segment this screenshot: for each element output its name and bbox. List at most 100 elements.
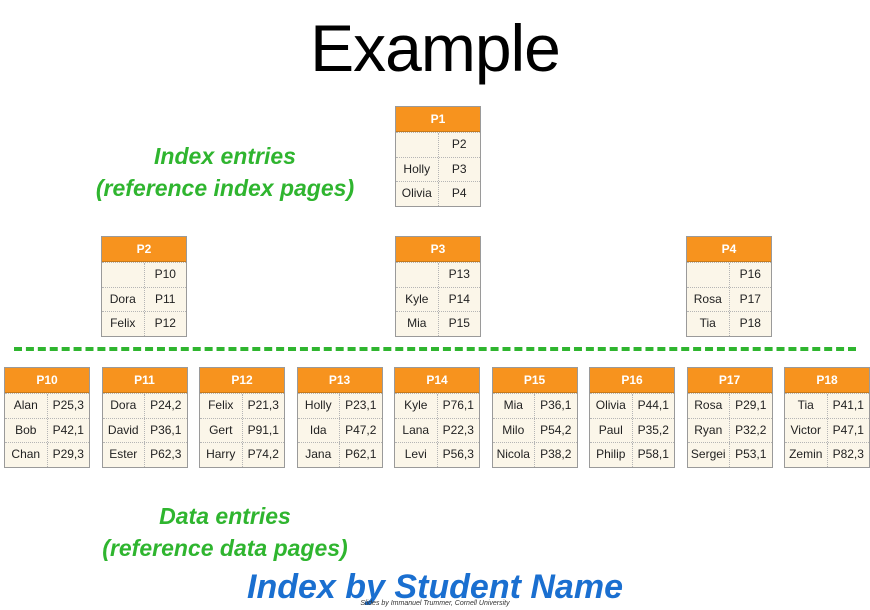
entry-key: Paul (590, 418, 633, 442)
entry-pointer: P35,2 (637, 422, 669, 437)
entry-pointer: P10 (154, 267, 176, 281)
entry-pointer: P76,1 (442, 398, 474, 412)
entry-pointer: P4 (451, 186, 467, 200)
page-entry-row: Gert P91,1 (200, 417, 284, 442)
entry-key: Nicola (493, 443, 535, 467)
entry-pointer: P91,1 (247, 422, 279, 437)
root-page-p1: P1 P2 Holly P3 Olivia P4 (395, 106, 481, 207)
index-page-p3: P3 P13 Kyle P14 Mia P15 (395, 236, 481, 337)
entry-pointer: P74,2 (247, 447, 279, 461)
entry-key: Mia (493, 394, 535, 418)
entry-key: Tia (785, 394, 828, 418)
data-page-p12: P12 Felix P21,3 Gert P91,1 Harry P74,2 (199, 367, 285, 468)
entry-pointer: P29,3 (52, 447, 84, 461)
data-page-p14: P14 Kyle P76,1 Lana P22,3 Levi P56,3 (394, 367, 480, 468)
entry-pointer: P2 (451, 137, 467, 151)
data-entries-label: Data entries (reference data pages) (70, 500, 380, 564)
entry-key: Rosa (687, 287, 730, 311)
entry-pointer: P82,3 (832, 447, 864, 461)
entry-key: Dora (102, 287, 145, 311)
entry-pointer: P16 (739, 267, 761, 281)
index-entries-line2: (reference index pages) (95, 175, 355, 201)
page-entry-row: Nicola P38,2 (492, 442, 577, 467)
index-entries-line1: Index entries (154, 143, 296, 169)
entry-pointer: P47,2 (345, 422, 377, 437)
page-entry-row: Kyle P14 (396, 286, 480, 311)
entry-key: Ryan (688, 418, 730, 442)
page-entry-row: Ida P47,2 (297, 417, 382, 442)
entry-key: Philip (590, 443, 633, 467)
level-divider (14, 347, 856, 351)
data-entries-line1: Data entries (159, 503, 291, 529)
page-entry-row: Victor P47,1 (785, 417, 869, 442)
entry-pointer: P36,1 (150, 422, 182, 437)
page-header: P2 (102, 237, 186, 262)
entry-key: Lana (395, 418, 438, 442)
page-entry-row: Tia P18 (687, 311, 771, 336)
entry-pointer: P41,1 (832, 398, 864, 412)
data-page-p18: P18 Tia P41,1 Victor P47,1 Zemin P82,3 (784, 367, 870, 468)
entry-key: Tia (687, 312, 730, 336)
entry-key: Victor (785, 418, 828, 442)
entry-pointer: P54,2 (540, 422, 572, 437)
page-entry-row: Rosa P29,1 (687, 393, 772, 418)
entry-key: Ester (103, 443, 145, 467)
entry-key: Mia (396, 312, 439, 336)
entry-key: Olivia (590, 394, 633, 418)
index-page-p4: P4 P16 Rosa P17 Tia P18 (686, 236, 772, 337)
index-entries-label: Index entries (reference index pages) (70, 140, 380, 204)
slide-credit: Slides by Immanuel Trummer, Cornell Univ… (360, 600, 510, 607)
page-entry-row: Mia P15 (396, 311, 480, 336)
index-page-p2: P2 P10 Dora P11 Felix P12 (101, 236, 187, 337)
entry-pointer: P62,1 (345, 447, 377, 461)
entry-pointer: P32,2 (735, 422, 767, 437)
page-header: P12 (200, 368, 284, 393)
entry-key: Holly (396, 157, 439, 181)
page-entry-row: Mia P36,1 (492, 393, 577, 418)
entry-key: Sergei (688, 443, 730, 467)
page-entry-row: Jana P62,1 (297, 442, 382, 467)
page-entry-row: Ester P62,3 (102, 442, 187, 467)
page-header: P11 (102, 368, 187, 393)
entry-key: Zemin (785, 443, 828, 467)
page-entry-row: Holly P23,1 (297, 393, 382, 418)
entry-pointer: P11 (155, 291, 176, 306)
page-header: P15 (492, 368, 577, 393)
page-entry-row: Rosa P17 (687, 286, 771, 311)
page-entry-row: Holly P3 (396, 156, 480, 181)
page-entry-row: Lana P22,3 (395, 417, 479, 442)
entry-key: Jana (298, 443, 340, 467)
entry-key (396, 133, 439, 157)
entry-pointer: P14 (448, 291, 470, 306)
page-entry-row: Felix P12 (102, 311, 186, 336)
page-entry-row: David P36,1 (102, 417, 187, 442)
entry-key: Milo (493, 418, 535, 442)
page-entry-row: Chan P29,3 (5, 442, 89, 467)
entry-key: Bob (5, 418, 48, 442)
page-entry-row: P2 (396, 132, 480, 157)
entry-key: Levi (395, 443, 438, 467)
entry-key: Harry (200, 443, 243, 467)
entry-pointer: P17 (739, 291, 761, 306)
entry-pointer: P62,3 (150, 447, 182, 461)
page-entry-row: Ryan P32,2 (687, 417, 772, 442)
page-header: P13 (297, 368, 382, 393)
entry-key (687, 263, 730, 287)
data-page-p11: P11 Dora P24,2 David P36,1 Ester P62,3 (101, 367, 188, 468)
entry-pointer: P18 (739, 316, 761, 330)
entry-pointer: P22,3 (442, 422, 474, 437)
page-entry-row: Tia P41,1 (785, 393, 869, 418)
data-page-p13: P13 Holly P23,1 Ida P47,2 Jana P62,1 (296, 367, 383, 468)
entry-pointer: P29,1 (735, 398, 767, 412)
entry-pointer: P58,1 (637, 447, 669, 461)
entry-pointer: P42,1 (52, 422, 84, 437)
data-page-p16: P16 Olivia P44,1 Paul P35,2 Philip P58,1 (589, 367, 675, 468)
entry-pointer: P25,3 (52, 398, 84, 412)
page-entry-row: P10 (102, 262, 186, 287)
entry-pointer: P24,2 (150, 398, 182, 412)
entry-key: Alan (5, 394, 48, 418)
entry-pointer: P36,1 (540, 398, 572, 412)
entry-key: Olivia (396, 182, 439, 206)
entry-key: Felix (102, 312, 145, 336)
page-entry-row: Levi P56,3 (395, 442, 479, 467)
